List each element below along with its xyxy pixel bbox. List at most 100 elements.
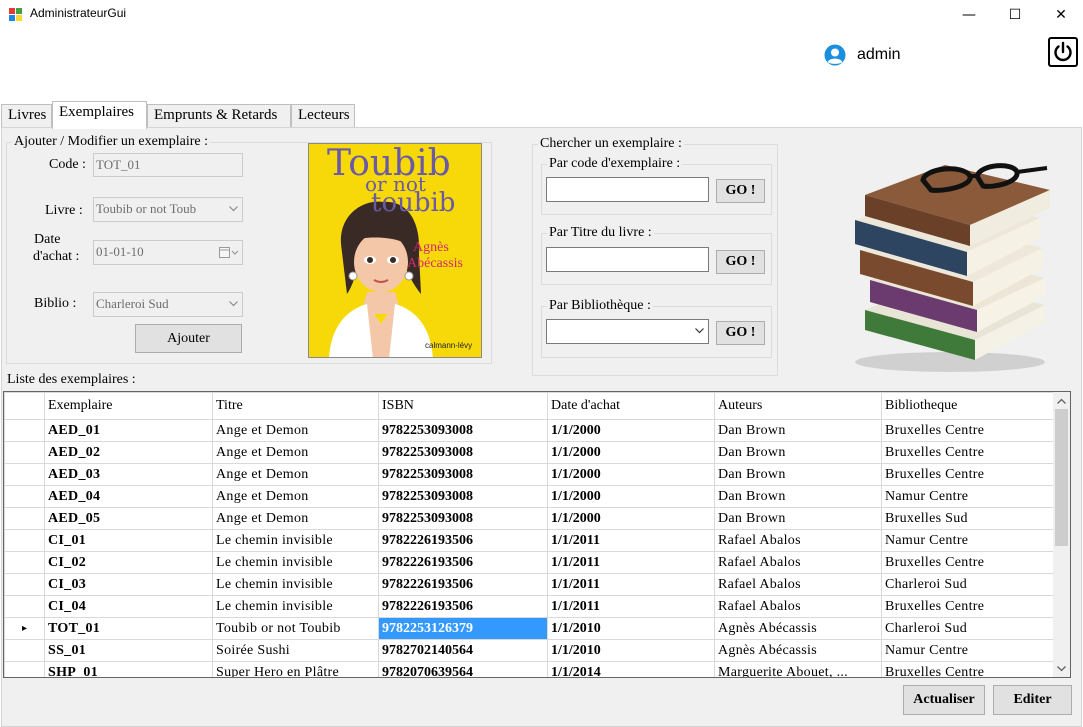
table-row[interactable]: SS_01 Soirée Sushi 9782702140564 1/1/2010 Ag… [4, 639, 1055, 662]
minimize-button[interactable]: — [946, 0, 992, 30]
table-cell[interactable]: Dan Brown [714, 441, 882, 464]
table-cell[interactable]: CI_03 [44, 573, 213, 596]
table-row[interactable]: SHP_01 Super Hero en Plâtre 9782070639564 1… [4, 661, 1055, 677]
table-cell[interactable]: 9782226193506 [378, 529, 548, 552]
table-cell[interactable]: 1/1/2011 [547, 573, 715, 596]
column-header-date-achat[interactable]: Date d'achat [547, 392, 715, 420]
table-cell[interactable]: Agnès Abécassis [714, 617, 882, 640]
row-header[interactable] [4, 485, 45, 508]
table-cell[interactable]: 1/1/2000 [547, 441, 715, 464]
table-row[interactable]: CI_01 Le chemin invisible 9782226193506 1/1… [4, 529, 1055, 552]
go-code-button[interactable]: GO ! [716, 179, 765, 203]
table-cell[interactable]: Rafael Abalos [714, 529, 882, 552]
table-cell[interactable]: 9782070639564 [378, 661, 548, 677]
table-cell[interactable]: SS_01 [44, 639, 213, 662]
table-cell[interactable]: 1/1/2011 [547, 551, 715, 574]
table-cell[interactable]: Namur Centre [881, 485, 1055, 508]
maximize-button[interactable]: ☐ [992, 0, 1038, 30]
tab-emprunts-retards[interactable]: Emprunts & Retards [147, 104, 291, 128]
title-search-input[interactable] [546, 247, 709, 272]
column-header-auteurs[interactable]: Auteurs [714, 392, 882, 420]
table-cell[interactable]: Rafael Abalos [714, 573, 882, 596]
table-row[interactable]: AED_02 Ange et Demon 9782253093008 1/1/2000… [4, 441, 1055, 464]
table-cell[interactable]: 9782702140564 [378, 639, 548, 662]
table-cell[interactable]: 1/1/2000 [547, 507, 715, 530]
table-cell[interactable]: 1/1/2000 [547, 463, 715, 486]
code-field[interactable]: TOT_01 [93, 153, 243, 177]
date-picker[interactable]: 01-01-10 [93, 240, 243, 265]
table-cell[interactable]: Le chemin invisible [212, 529, 379, 552]
table-cell[interactable]: 1/1/2000 [547, 485, 715, 508]
table-cell[interactable]: 9782253093008 [378, 463, 548, 486]
table-cell[interactable]: Namur Centre [881, 529, 1055, 552]
column-header-isbn[interactable]: ISBN [378, 392, 548, 420]
table-row[interactable]: CI_02 Le chemin invisible 9782226193506 1/1… [4, 551, 1055, 574]
table-cell[interactable]: 9782226193506 [378, 551, 548, 574]
table-cell[interactable]: CI_02 [44, 551, 213, 574]
row-header[interactable] [4, 529, 45, 552]
table-cell[interactable]: 9782253093008 [378, 419, 548, 442]
table-cell[interactable]: Rafael Abalos [714, 551, 882, 574]
row-header[interactable]: ▸ [4, 617, 45, 640]
table-cell[interactable]: 9782226193506 [378, 573, 548, 596]
exemplaires-grid[interactable]: Exemplaire Titre ISBN Date d'achat Auteu… [3, 391, 1071, 678]
code-search-input[interactable] [546, 177, 709, 202]
table-cell[interactable]: 9782253093008 [378, 507, 548, 530]
table-cell[interactable]: AED_01 [44, 419, 213, 442]
row-header[interactable] [4, 441, 45, 464]
biblio-select[interactable]: Charleroi Sud [93, 292, 243, 317]
go-library-button[interactable]: GO ! [716, 321, 765, 345]
table-cell[interactable]: 9782253126379 [378, 617, 548, 640]
scroll-down-button[interactable] [1053, 660, 1070, 677]
table-cell[interactable]: Bruxelles Centre [881, 463, 1055, 486]
table-cell[interactable]: AED_04 [44, 485, 213, 508]
column-header-exemplaire[interactable]: Exemplaire [44, 392, 213, 420]
vertical-scrollbar[interactable] [1053, 392, 1070, 677]
add-button[interactable]: Ajouter [135, 324, 242, 353]
table-cell[interactable]: 1/1/2014 [547, 661, 715, 677]
table-cell[interactable]: 9782226193506 [378, 595, 548, 618]
table-cell[interactable]: 1/1/2000 [547, 419, 715, 442]
tab-exemplaires[interactable]: Exemplaires [52, 101, 147, 129]
table-cell[interactable]: Bruxelles Centre [881, 419, 1055, 442]
table-cell[interactable]: 9782253093008 [378, 485, 548, 508]
table-cell[interactable]: Bruxelles Centre [881, 441, 1055, 464]
table-cell[interactable]: Dan Brown [714, 507, 882, 530]
table-cell[interactable]: 9782253093008 [378, 441, 548, 464]
row-header[interactable] [4, 419, 45, 442]
table-cell[interactable]: Ange et Demon [212, 485, 379, 508]
table-cell[interactable]: Soirée Sushi [212, 639, 379, 662]
table-row[interactable]: CI_04 Le chemin invisible 9782226193506 1/1… [4, 595, 1055, 618]
table-cell[interactable]: Bruxelles Sud [881, 507, 1055, 530]
table-cell[interactable]: 1/1/2010 [547, 617, 715, 640]
table-cell[interactable]: Dan Brown [714, 463, 882, 486]
table-row[interactable]: AED_03 Ange et Demon 9782253093008 1/1/2000… [4, 463, 1055, 486]
livre-select[interactable]: Toubib or not Toub [93, 197, 243, 222]
row-header[interactable] [4, 551, 45, 574]
row-header[interactable] [4, 507, 45, 530]
row-header[interactable] [4, 661, 45, 677]
close-button[interactable]: ✕ [1038, 0, 1083, 30]
table-cell[interactable]: Charleroi Sud [881, 573, 1055, 596]
column-header-bibliotheque[interactable]: Bibliotheque [881, 392, 1055, 420]
column-header-titre[interactable]: Titre [212, 392, 379, 420]
scroll-thumb[interactable] [1055, 409, 1068, 546]
row-header[interactable] [4, 573, 45, 596]
table-cell[interactable]: Rafael Abalos [714, 595, 882, 618]
table-cell[interactable]: Dan Brown [714, 419, 882, 442]
table-row[interactable]: AED_01 Ange et Demon 9782253093008 1/1/2000… [4, 419, 1055, 442]
scroll-up-button[interactable] [1053, 392, 1070, 409]
tab-livres[interactable]: Livres [1, 104, 52, 128]
table-cell[interactable]: Toubib or not Toubib [212, 617, 379, 640]
table-cell[interactable]: Bruxelles Centre [881, 595, 1055, 618]
table-cell[interactable]: Bruxelles Centre [881, 551, 1055, 574]
table-cell[interactable]: Namur Centre [881, 639, 1055, 662]
table-cell[interactable]: Dan Brown [714, 485, 882, 508]
library-search-select[interactable] [546, 319, 709, 344]
row-header[interactable] [4, 463, 45, 486]
table-cell[interactable]: AED_02 [44, 441, 213, 464]
tab-lecteurs[interactable]: Lecteurs [291, 104, 355, 128]
table-cell[interactable]: 1/1/2010 [547, 639, 715, 662]
table-cell[interactable]: Ange et Demon [212, 419, 379, 442]
table-cell[interactable]: Charleroi Sud [881, 617, 1055, 640]
